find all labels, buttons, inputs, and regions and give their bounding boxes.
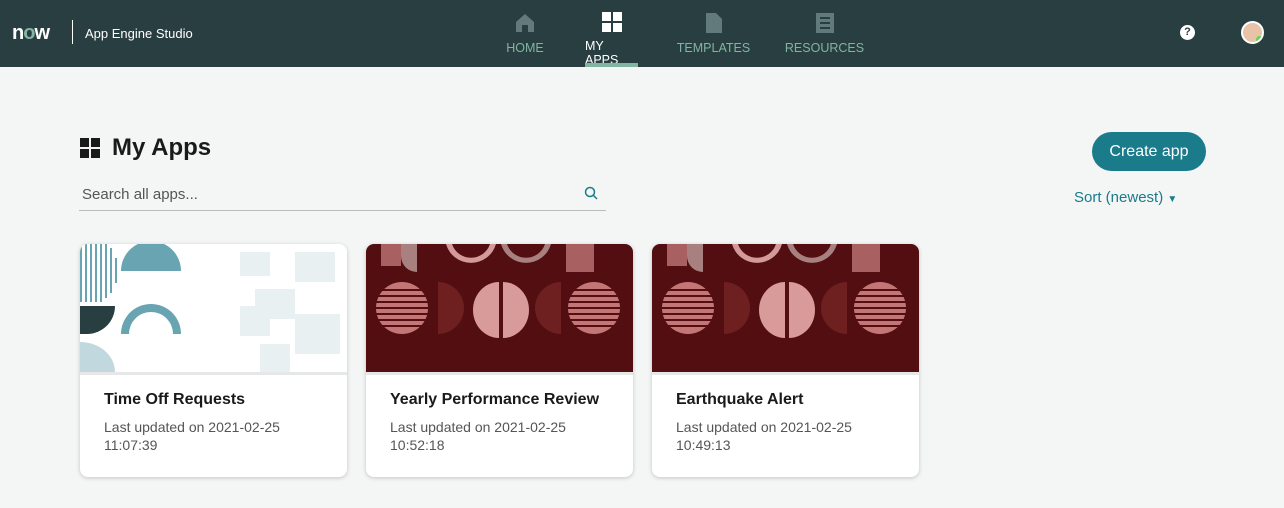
top-nav-bar: now App Engine Studio HOME MY APPS TEMPL… [0, 0, 1284, 67]
sort-dropdown[interactable]: Sort (newest) ▼ [1074, 189, 1177, 206]
page-title: My Apps [80, 134, 211, 162]
updated-date: Last updated on 2021-02-25 [676, 419, 852, 435]
nav-templates[interactable]: TEMPLATES [676, 0, 751, 67]
nav-label: HOME [506, 41, 544, 55]
nav-label: TEMPLATES [676, 41, 751, 55]
book-icon [815, 12, 835, 34]
last-updated: Last updated on 2021-02-25 10:52:18 [390, 418, 620, 454]
updated-time: 10:49:13 [676, 437, 731, 453]
caret-down-icon: ▼ [1167, 194, 1178, 205]
document-icon [705, 12, 722, 34]
divider [652, 372, 919, 375]
app-name: App Engine Studio [85, 26, 193, 41]
online-status-dot [1256, 36, 1262, 42]
nav-label: RESOURCES [784, 41, 865, 55]
search-icon[interactable] [584, 186, 598, 200]
last-updated: Last updated on 2021-02-25 11:07:39 [104, 418, 334, 454]
divider [80, 372, 347, 375]
grid-icon [80, 138, 100, 158]
nav-my-apps[interactable]: MY APPS [585, 0, 638, 67]
app-card[interactable]: Earthquake Alert Last updated on 2021-02… [652, 244, 919, 477]
now-logo[interactable]: now [12, 22, 50, 45]
nav-home[interactable]: HOME [505, 0, 545, 67]
app-card-image [80, 244, 347, 372]
divider [72, 20, 73, 44]
app-card[interactable]: Yearly Performance Review Last updated o… [366, 244, 633, 477]
home-icon [515, 12, 535, 34]
sort-label: Sort (newest) [1074, 189, 1164, 206]
search-bar [79, 180, 606, 211]
app-card[interactable]: Time Off Requests Last updated on 2021-0… [80, 244, 347, 477]
app-name: Earthquake Alert [676, 391, 804, 408]
page-title-text: My Apps [112, 134, 212, 161]
nav-label: MY APPS [585, 39, 619, 67]
app-card-image [652, 244, 919, 372]
grid-icon [601, 12, 622, 32]
updated-time: 11:07:39 [104, 437, 158, 453]
updated-date: Last updated on 2021-02-25 [104, 419, 280, 435]
nav-resources[interactable]: RESOURCES [784, 0, 865, 67]
updated-time: 10:52:18 [390, 437, 445, 453]
updated-date: Last updated on 2021-02-25 [390, 419, 566, 435]
app-name: Time Off Requests [104, 391, 246, 408]
create-app-button[interactable]: Create app [1092, 132, 1206, 171]
app-card-image [366, 244, 633, 372]
divider [366, 372, 633, 375]
avatar[interactable] [1241, 21, 1264, 44]
help-button[interactable]: ? [1180, 25, 1195, 40]
last-updated: Last updated on 2021-02-25 10:49:13 [676, 418, 906, 454]
search-input[interactable] [79, 180, 569, 208]
app-name: Yearly Performance Review [390, 391, 600, 408]
